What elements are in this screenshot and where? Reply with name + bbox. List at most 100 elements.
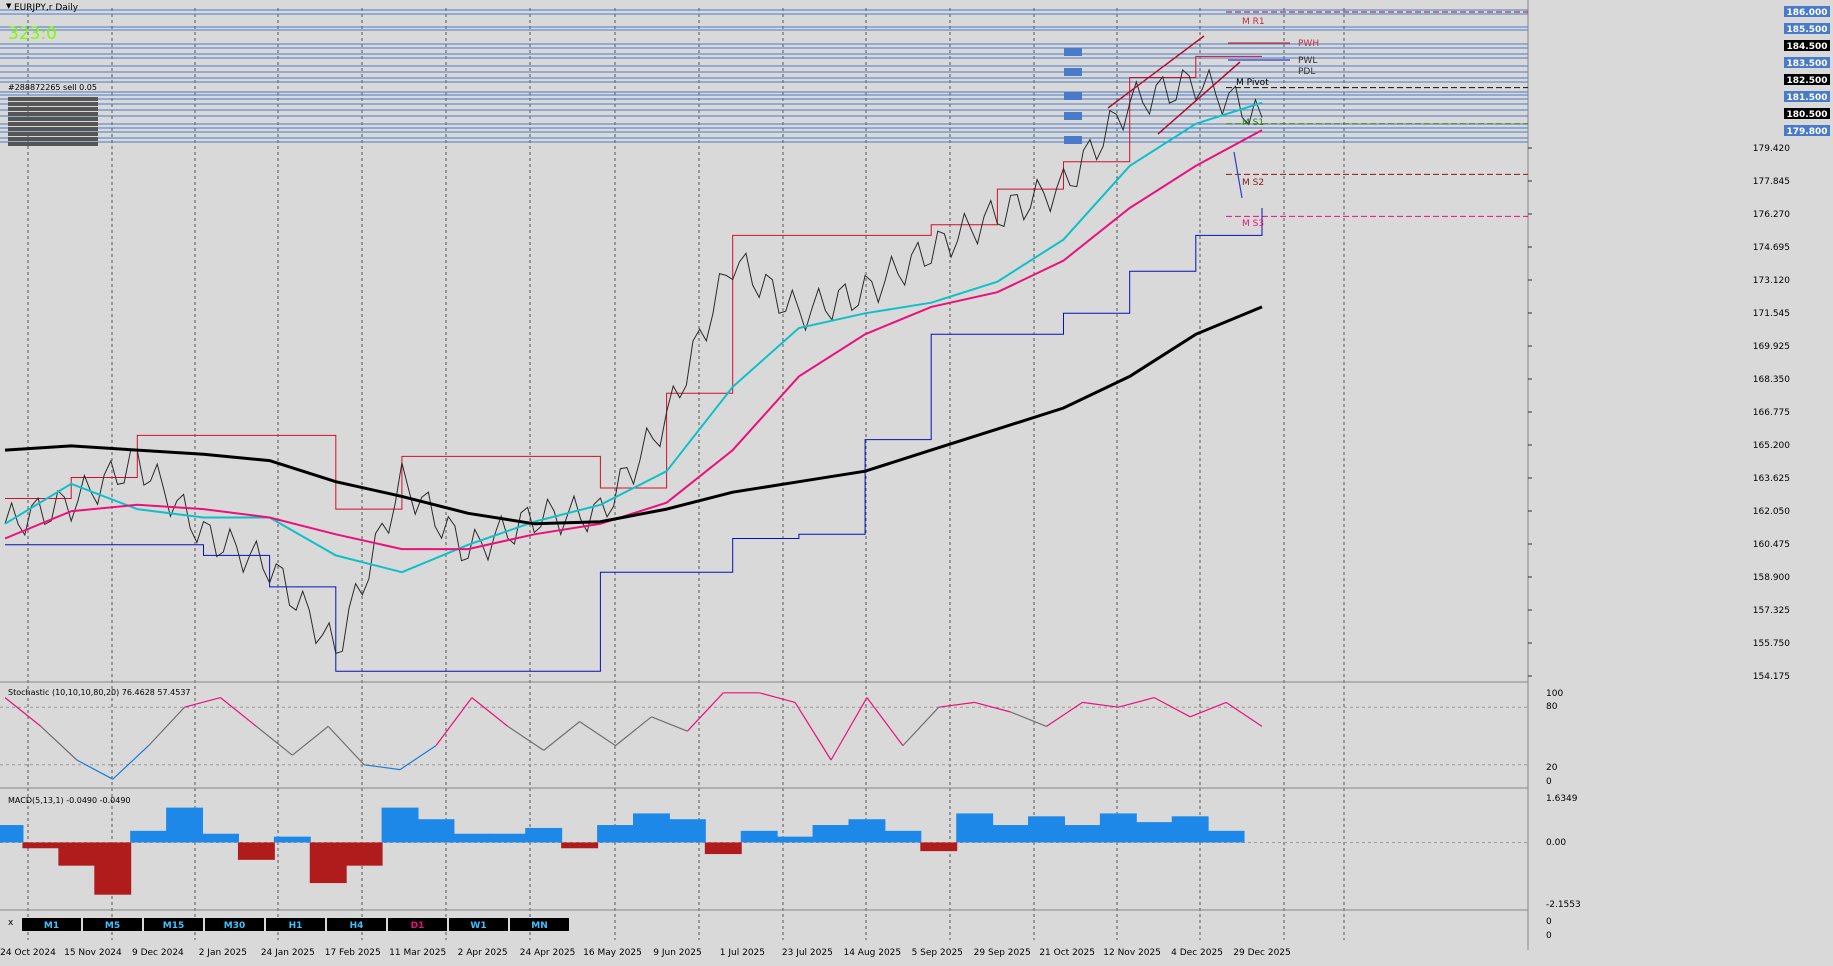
price-tag-label: 182.500 bbox=[1787, 76, 1828, 86]
date-label: 24 Oct 2024 bbox=[0, 948, 56, 958]
level-pwh-label: PWH bbox=[1298, 39, 1319, 49]
price-tag-label: 186.000 bbox=[1787, 8, 1828, 18]
macd-axis-min: -2.1553 bbox=[1546, 900, 1581, 910]
macd-bar bbox=[848, 819, 886, 843]
price-tick-label: 169.925 bbox=[1753, 342, 1790, 352]
chart-background bbox=[0, 0, 1833, 963]
price-tick-label: 158.900 bbox=[1753, 573, 1790, 583]
close-icon[interactable]: x bbox=[8, 918, 14, 928]
macd-bar bbox=[202, 833, 239, 843]
date-label: 15 Nov 2024 bbox=[64, 948, 122, 958]
date-label: 1 Jul 2025 bbox=[720, 948, 765, 958]
level-m-r1-label: M R1 bbox=[1242, 17, 1265, 27]
date-label: 21 Oct 2025 bbox=[1039, 948, 1095, 958]
bottom-axis-0: 0 bbox=[1546, 917, 1552, 927]
macd-bar bbox=[58, 842, 96, 866]
macd-bar bbox=[812, 825, 850, 843]
macd-bar bbox=[166, 807, 204, 843]
macd-bar bbox=[309, 842, 347, 884]
stoch-axis-80: 80 bbox=[1546, 702, 1558, 712]
window-title: EURJPY,r Daily bbox=[14, 3, 79, 13]
order-marker bbox=[1064, 92, 1082, 100]
price-tick-label: 165.200 bbox=[1753, 441, 1790, 451]
macd-bar bbox=[94, 842, 132, 895]
macd-bar bbox=[956, 813, 994, 843]
timeframe-label: D1 bbox=[411, 921, 425, 931]
macd-bar bbox=[0, 825, 24, 843]
date-label: 4 Dec 2025 bbox=[1171, 948, 1223, 958]
timeframe-label: H1 bbox=[289, 921, 303, 931]
macd-bar bbox=[381, 807, 419, 843]
order-label bbox=[8, 102, 98, 106]
macd-bar bbox=[740, 830, 778, 843]
level-m-s3-label: M S3 bbox=[1242, 219, 1264, 229]
order-label bbox=[8, 97, 98, 101]
level-m-pivot-label: M Pivot bbox=[1236, 78, 1269, 88]
date-label: 29 Dec 2025 bbox=[1233, 948, 1291, 958]
macd-bar bbox=[417, 819, 455, 843]
macd-bar bbox=[1135, 822, 1173, 843]
price-tick-label: 173.120 bbox=[1753, 276, 1790, 286]
macd-bar bbox=[992, 825, 1030, 843]
date-label: 16 May 2025 bbox=[583, 948, 642, 958]
macd-bar bbox=[561, 842, 599, 849]
order-label bbox=[8, 117, 98, 121]
timeframe-label: MN bbox=[531, 921, 548, 931]
macd-bar bbox=[1171, 816, 1209, 843]
macd-bar bbox=[1207, 830, 1245, 843]
macd-bar bbox=[1099, 813, 1137, 843]
timeframe-bar: M1 M5 M15 M30 H1 H4 D1 W1 MN bbox=[22, 918, 569, 931]
timeframe-label: M30 bbox=[224, 921, 245, 931]
date-label: 12 Nov 2025 bbox=[1103, 948, 1161, 958]
level-m-s1-label: M S1 bbox=[1242, 118, 1264, 128]
timeframe-label: M1 bbox=[44, 921, 59, 931]
price-tick-label: 176.270 bbox=[1753, 210, 1790, 220]
date-label: 17 Feb 2025 bbox=[325, 948, 381, 958]
macd-bar bbox=[1028, 816, 1065, 843]
price-tick-label: 179.420 bbox=[1753, 144, 1790, 154]
price-tag-label: 184.500 bbox=[1787, 42, 1828, 52]
timeframe-label: H4 bbox=[350, 921, 364, 931]
date-label: 2 Apr 2025 bbox=[458, 948, 508, 958]
counter-readout: 323:0 bbox=[8, 24, 57, 44]
chart-window[interactable]: 179.420 177.845 176.270 174.695 173.120 171.5… bbox=[0, 0, 1833, 963]
title-arrow-icon: ▼ bbox=[6, 2, 12, 10]
order-label: #288872265 sell 0.05 bbox=[8, 83, 97, 92]
price-tick-label: 163.625 bbox=[1753, 474, 1790, 484]
price-tick-label: 168.350 bbox=[1753, 375, 1790, 385]
stochastic-label: Stochastic (10,10,10,80,20) 76.4628 57.4… bbox=[8, 688, 191, 697]
macd-bar bbox=[273, 836, 311, 843]
price-tag-label: 183.500 bbox=[1787, 59, 1828, 69]
macd-bar bbox=[345, 842, 383, 866]
price-tag-label: 185.500 bbox=[1787, 25, 1828, 35]
timeframe-label: M15 bbox=[163, 921, 184, 931]
stoch-axis-0: 0 bbox=[1546, 777, 1552, 787]
price-tick-label: 171.545 bbox=[1753, 309, 1790, 319]
price-tick-label: 154.175 bbox=[1753, 672, 1790, 682]
macd-bar bbox=[633, 813, 670, 843]
price-tick-label: 177.845 bbox=[1753, 177, 1790, 187]
order-marker bbox=[1064, 136, 1082, 144]
price-tag-label: 179.800 bbox=[1787, 127, 1828, 137]
date-label: 24 Jan 2025 bbox=[261, 948, 315, 958]
chart-canvas[interactable]: 179.420 177.845 176.270 174.695 173.120 171.5… bbox=[0, 0, 1833, 963]
date-label: 5 Sep 2025 bbox=[912, 948, 963, 958]
price-tag-label: 180.500 bbox=[1787, 110, 1828, 120]
macd-bar bbox=[489, 833, 527, 843]
macd-bar bbox=[776, 836, 814, 843]
date-label: 23 Jul 2025 bbox=[782, 948, 833, 958]
macd-bar bbox=[884, 830, 922, 843]
date-label: 2 Jan 2025 bbox=[199, 948, 247, 958]
order-label bbox=[8, 112, 98, 116]
order-marker bbox=[1064, 68, 1082, 76]
macd-axis-zero: 0.00 bbox=[1546, 838, 1566, 848]
macd-bar bbox=[668, 819, 706, 843]
date-label: 24 Apr 2025 bbox=[520, 948, 576, 958]
timeframe-label: M5 bbox=[105, 921, 120, 931]
order-marker bbox=[1064, 48, 1082, 56]
macd-bar bbox=[22, 842, 60, 849]
macd-bar bbox=[130, 830, 168, 843]
order-label bbox=[8, 127, 98, 131]
macd-bar bbox=[704, 842, 742, 855]
order-label bbox=[8, 122, 98, 126]
